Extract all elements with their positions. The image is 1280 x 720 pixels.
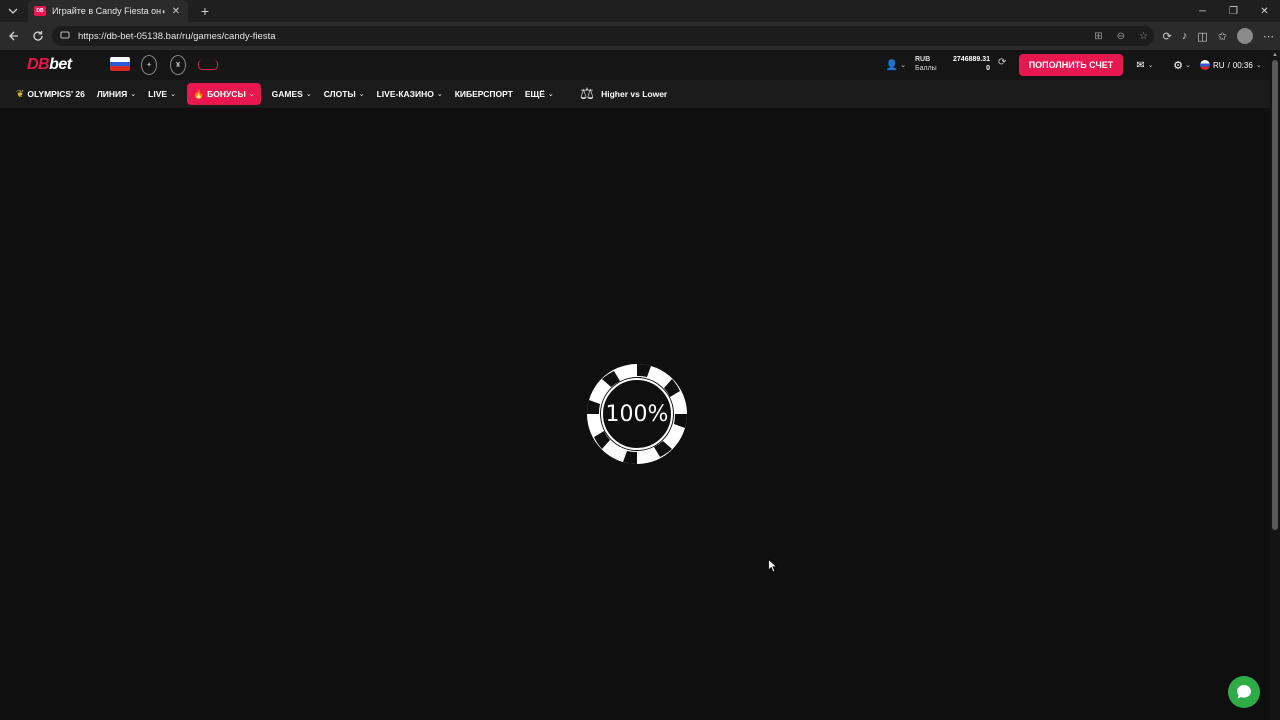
chevron-down-icon: ⌄ [130, 91, 137, 98]
browser-tabstrip: DB Играйте в Candy Fiesta онлайн ◖ ✕ + ─… [0, 0, 1280, 22]
balance-currency: RUB [915, 56, 931, 63]
nav-item-games[interactable]: GAMES ⌄ [266, 83, 318, 105]
chevron-down-icon: ⌄ [436, 91, 443, 98]
chevron-down-icon: ⌄ [547, 91, 554, 98]
main-nav: ❦ OLYMPICS' 26 ЛИНИЯ ⌄ LIVE ⌄ 🔥 БОНУСЫ ⌄ GA… [0, 80, 1270, 108]
window-controls: ─ ❐ ✕ [1187, 0, 1280, 22]
chevron-down-icon: ⌄ [358, 91, 365, 98]
partner-logo-icon[interactable] [198, 60, 218, 70]
separator: / [1227, 60, 1230, 70]
points-value: 0 [986, 65, 990, 72]
scroll-up-icon[interactable]: ▲ [1270, 50, 1280, 60]
nav-item-line[interactable]: ЛИНИЯ ⌄ [91, 83, 142, 105]
game-frame[interactable]: 100% [0, 108, 1270, 720]
support-chat-button[interactable] [1228, 676, 1260, 708]
browser-extensions: ⟳ ♪ ◫ ✩ ⋯ [1163, 22, 1274, 50]
laurel-icon: ❦ [16, 88, 25, 100]
chevron-down-icon: ⌄ [170, 91, 176, 98]
language-code: RU [1213, 60, 1225, 70]
russia-flag-icon[interactable] [110, 57, 130, 71]
minimize-button[interactable]: ─ [1187, 0, 1218, 22]
more-menu-icon[interactable]: ⋯ [1263, 30, 1274, 43]
refresh-balance-icon[interactable]: ⟳ [998, 57, 1006, 68]
nav-item-higher-vs-lower[interactable]: ⚖ Higher vs Lower [560, 83, 673, 105]
language-time-selector[interactable]: RU / 00:36 ⌄ [1200, 55, 1262, 75]
profile-avatar[interactable] [1237, 28, 1253, 44]
restore-button[interactable]: ❐ [1218, 0, 1249, 22]
nav-item-live[interactable]: LIVE ⌄ [142, 83, 182, 105]
loading-chip: 100% [586, 363, 688, 465]
tab-close-icon[interactable]: ✕ [170, 6, 182, 17]
app-available-icon[interactable]: ⊞ [1094, 31, 1102, 42]
url-text[interactable]: https://db-bet-05138.bar/ru/games/candy-… [78, 31, 276, 42]
close-window-button[interactable]: ✕ [1249, 0, 1280, 22]
russia-flag-icon [1200, 60, 1210, 70]
chevron-down-icon: ⌄ [1255, 62, 1262, 69]
new-tab-button[interactable]: + [194, 0, 216, 22]
tab-favicon-icon: DB [34, 6, 46, 16]
chevron-down-icon: ⌄ [1147, 62, 1154, 69]
nav-item-esports[interactable]: КИБЕРСПОРТ [449, 83, 519, 105]
nav-item-live-casino[interactable]: LIVE-КАЗИНО ⌄ [371, 83, 449, 105]
chat-bubble-icon [1237, 685, 1251, 699]
tracking-icon[interactable]: ⊖ [1117, 31, 1125, 42]
nav-item-slots[interactable]: СЛОТЫ ⌄ [318, 83, 371, 105]
mouse-cursor-icon [768, 559, 778, 573]
gear-icon: ⚙ [1173, 59, 1183, 72]
points-label: Баллы [915, 65, 937, 72]
site-header: DBbet ✦ ♜ 👤 ⌄ RUB Баллы 2746889.31 0 ⟳ ПО… [0, 50, 1270, 80]
site-info-icon[interactable] [60, 30, 74, 42]
chevron-down-icon: ⌄ [1185, 62, 1191, 69]
nav-item-more[interactable]: ЕЩЁ ⌄ [519, 83, 560, 105]
chevron-down-icon: ⌄ [305, 91, 312, 98]
current-time: 00:36 [1232, 60, 1253, 70]
split-screen-icon[interactable]: ◫ [1197, 30, 1207, 43]
settings-button[interactable]: ⚙ ⌄ [1168, 55, 1196, 75]
europa-league-icon[interactable]: ♜ [170, 55, 186, 75]
scales-icon: ⚖ [579, 86, 595, 103]
audio-icon[interactable]: ◖ [161, 7, 166, 16]
loading-progress: 100% [605, 401, 669, 427]
page-scrollbar[interactable]: ▲ [1270, 50, 1280, 720]
deposit-button[interactable]: ПОПОЛНИТЬ СЧЕТ [1019, 54, 1123, 76]
fire-icon: 🔥 [192, 88, 205, 99]
tab-title: Играйте в Candy Fiesta онлайн [52, 6, 162, 16]
browser-tab[interactable]: DB Играйте в Candy Fiesta онлайн ◖ ✕ [28, 0, 188, 22]
balance-amount: 2746889.31 [953, 56, 990, 63]
chevron-down-icon: ⌄ [900, 62, 907, 69]
account-menu[interactable]: 👤 ⌄ [882, 55, 910, 75]
nav-item-bonuses[interactable]: 🔥 БОНУСЫ ⌄ [186, 83, 261, 105]
champions-league-icon[interactable]: ✦ [141, 55, 157, 75]
omnibox-actions: ⊞ ⊖ ☆ [1094, 26, 1148, 46]
tab-list-icon[interactable] [0, 0, 26, 22]
dbbet-logo[interactable]: DBbet [27, 56, 72, 74]
chevron-down-icon: ⌄ [248, 91, 255, 98]
nav-item-olympics[interactable]: ❦ OLYMPICS' 26 [10, 83, 91, 105]
scrollbar-thumb[interactable] [1272, 60, 1278, 530]
extensions-icon[interactable]: ⟳ [1163, 30, 1172, 43]
user-icon: 👤 [885, 59, 899, 71]
address-bar[interactable]: https://db-bet-05138.bar/ru/games/candy-… [52, 26, 1154, 46]
favorites-icon[interactable]: ✩ [1218, 30, 1227, 43]
reload-button[interactable] [26, 24, 50, 48]
back-button[interactable] [2, 24, 26, 48]
mail-icon: ✉ [1136, 59, 1145, 71]
balance-widget[interactable]: RUB Баллы 2746889.31 0 [912, 54, 994, 76]
favorite-star-icon[interactable]: ☆ [1139, 31, 1148, 42]
browser-toolbar: https://db-bet-05138.bar/ru/games/candy-… [0, 22, 1280, 50]
messages-button[interactable]: ✉ ⌄ [1130, 55, 1160, 75]
extension-icon[interactable]: ♪ [1182, 30, 1188, 42]
